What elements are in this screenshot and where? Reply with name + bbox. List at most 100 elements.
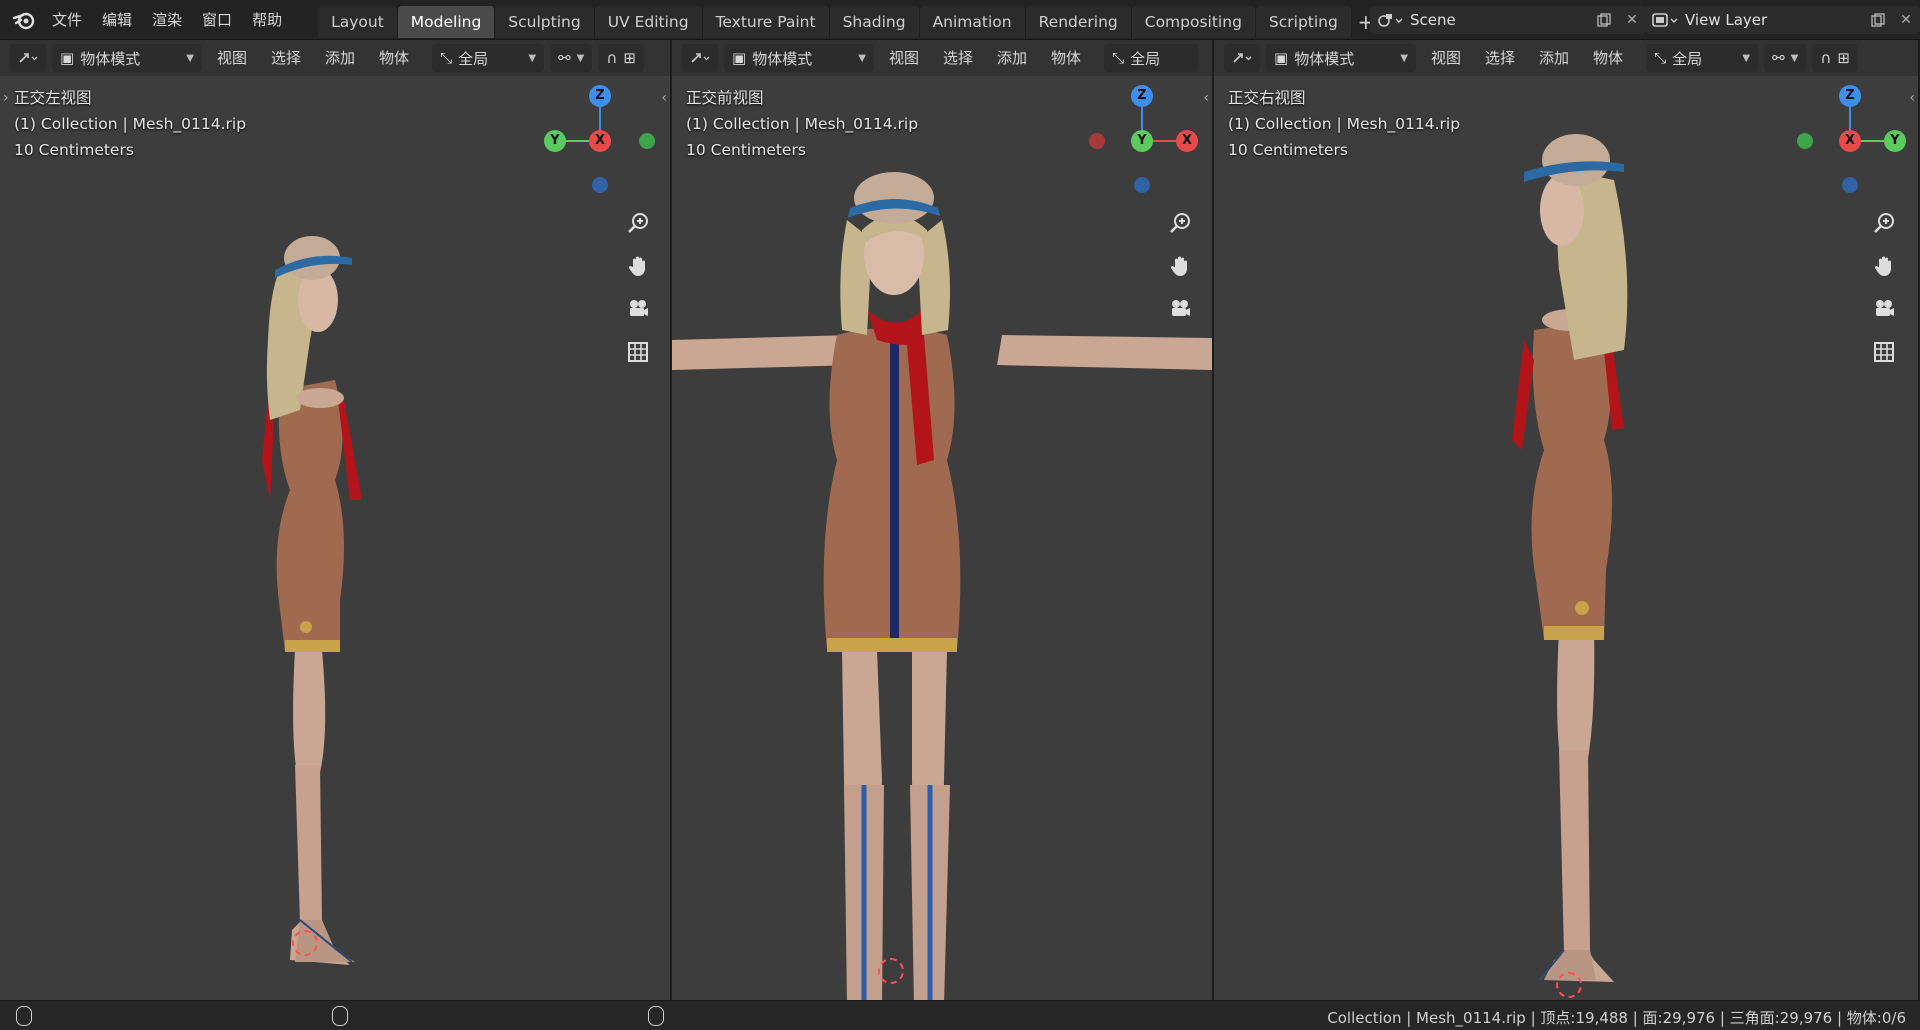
- menu-render[interactable]: 渲染: [142, 0, 192, 40]
- snap-button[interactable]: ⚯ ▼: [550, 44, 593, 72]
- scale-info: 10 Centimeters: [1228, 141, 1348, 159]
- orientation-label: 全局: [458, 49, 489, 68]
- grid-icon[interactable]: [1866, 334, 1902, 370]
- axis-y-icon[interactable]: Y: [1131, 130, 1153, 152]
- proportional-edit-button[interactable]: ∩ ⊞: [598, 44, 644, 72]
- tab-rendering[interactable]: Rendering: [1025, 5, 1132, 38]
- axis-neg-y-dot[interactable]: [639, 133, 655, 149]
- viewport-info: 正交前视图 (1) Collection | Mesh_0114.rip 10 …: [686, 85, 918, 163]
- top-bar: 文件 编辑 渲染 窗口 帮助 Layout Modeling Sculpting…: [0, 0, 1920, 40]
- menu-object[interactable]: 物体: [370, 40, 418, 76]
- tab-texture-paint[interactable]: Texture Paint: [702, 5, 830, 38]
- view-layer-icon[interactable]: [1645, 6, 1685, 34]
- grid-icon[interactable]: [620, 334, 656, 370]
- pan-hand-icon[interactable]: [620, 248, 656, 284]
- collection-info: (1) Collection | Mesh_0114.rip: [686, 115, 919, 133]
- menu-add[interactable]: 添加: [316, 40, 364, 76]
- editor-type-icon: [19, 53, 38, 63]
- view-layer-selector[interactable]: View Layer ✕: [1645, 6, 1920, 34]
- tab-scripting[interactable]: Scripting: [1255, 5, 1352, 38]
- expand-sidebar-icon[interactable]: ‹: [1203, 90, 1209, 106]
- tab-uv-editing[interactable]: UV Editing: [594, 5, 703, 38]
- axis-neg-x-dot[interactable]: [1089, 133, 1105, 149]
- editor-type-button[interactable]: [10, 44, 46, 72]
- tab-modeling[interactable]: Modeling: [397, 5, 496, 38]
- mouse-left-icon: [16, 1006, 32, 1026]
- tab-layout[interactable]: Layout: [318, 5, 398, 38]
- view-layer-name[interactable]: View Layer: [1685, 11, 1864, 29]
- menu-select[interactable]: 选择: [1476, 40, 1524, 76]
- viewport-right[interactable]: ▣ 物体模式 ▼ 视图 选择 添加 物体 ⤡ 全局 ▼ ⚯ ▼ ∩ ⊞ ‹ 正交右视…: [1214, 40, 1920, 1000]
- editor-type-button[interactable]: [682, 44, 718, 72]
- view-name: 正交左视图: [14, 89, 92, 107]
- axis-z-icon[interactable]: Z: [589, 85, 611, 107]
- editor-type-button[interactable]: [1224, 44, 1260, 72]
- transform-orientation-select[interactable]: ⤡ 全局: [1104, 44, 1199, 72]
- character-model-front[interactable]: [672, 160, 1214, 1000]
- menu-file[interactable]: 文件: [42, 0, 92, 40]
- orientation-label: 全局: [1672, 49, 1703, 68]
- tab-shading[interactable]: Shading: [829, 5, 920, 38]
- axis-neg-z-dot[interactable]: [592, 177, 608, 193]
- axis-z-icon[interactable]: Z: [1839, 85, 1861, 107]
- snap-button[interactable]: ⚯ ▼: [1764, 44, 1807, 72]
- mode-select[interactable]: ▣ 物体模式 ▼: [52, 44, 202, 72]
- axis-neg-z-dot[interactable]: [1842, 177, 1858, 193]
- menu-view[interactable]: 视图: [880, 40, 928, 76]
- viewport-tools: [620, 205, 656, 377]
- character-model-side-left[interactable]: [240, 220, 400, 980]
- expand-sidebar-icon[interactable]: ‹: [1909, 90, 1915, 106]
- menu-window[interactable]: 窗口: [192, 0, 242, 40]
- new-view-layer-icon[interactable]: [1864, 6, 1892, 34]
- delete-scene-icon[interactable]: ✕: [1618, 6, 1646, 34]
- blender-logo-icon[interactable]: [6, 0, 42, 40]
- axis-x-icon[interactable]: X: [1176, 130, 1198, 152]
- scene-icon[interactable]: [1370, 6, 1410, 34]
- viewport-left[interactable]: ▣ 物体模式 ▼ 视图 选择 添加 物体 ⤡ 全局 ▼ ⚯ ▼ ∩ ⊞ › ‹ 正交…: [0, 40, 672, 1000]
- viewport-header: ▣ 物体模式 ▼ 视图 选择 添加 物体 ⤡ 全局 ▼ ⚯ ▼ ∩ ⊞: [1214, 40, 1918, 76]
- navigation-gizmo[interactable]: Z X Y: [1790, 85, 1910, 205]
- axis-x-icon[interactable]: X: [589, 130, 611, 152]
- menu-view[interactable]: 视图: [208, 40, 256, 76]
- camera-icon[interactable]: [620, 291, 656, 327]
- pan-hand-icon[interactable]: [1866, 248, 1902, 284]
- scene-selector[interactable]: Scene ✕: [1370, 6, 1646, 34]
- tab-compositing[interactable]: Compositing: [1131, 5, 1256, 38]
- menu-help[interactable]: 帮助: [242, 0, 292, 40]
- axis-x-icon[interactable]: X: [1839, 130, 1861, 152]
- axis-z-icon[interactable]: Z: [1131, 85, 1153, 107]
- transform-orientation-select[interactable]: ⤡ 全局 ▼: [432, 44, 545, 72]
- expand-toolbar-icon[interactable]: ›: [3, 90, 9, 106]
- viewport-info: 正交左视图 (1) Collection | Mesh_0114.rip 10 …: [14, 85, 246, 163]
- menu-object[interactable]: 物体: [1042, 40, 1090, 76]
- transform-orientation-select[interactable]: ⤡ 全局 ▼: [1646, 44, 1759, 72]
- zoom-icon[interactable]: [1866, 205, 1902, 241]
- mode-select[interactable]: ▣ 物体模式 ▼: [1266, 44, 1416, 72]
- navigation-gizmo[interactable]: Z Y X: [540, 85, 660, 205]
- orientation-icon: ⤡: [1112, 49, 1125, 67]
- link-icon: ⚯: [1772, 49, 1785, 67]
- menu-object[interactable]: 物体: [1584, 40, 1632, 76]
- menu-add[interactable]: 添加: [988, 40, 1036, 76]
- tab-animation[interactable]: Animation: [919, 5, 1026, 38]
- expand-sidebar-icon[interactable]: ‹: [661, 90, 667, 106]
- scene-name[interactable]: Scene: [1410, 11, 1590, 29]
- axis-y-icon[interactable]: Y: [544, 130, 566, 152]
- camera-icon[interactable]: [1866, 291, 1902, 327]
- menu-add[interactable]: 添加: [1530, 40, 1578, 76]
- menu-edit[interactable]: 编辑: [92, 0, 142, 40]
- character-model-side-right[interactable]: [1484, 110, 1684, 990]
- menu-select[interactable]: 选择: [934, 40, 982, 76]
- mode-label: 物体模式: [80, 49, 141, 68]
- menu-view[interactable]: 视图: [1422, 40, 1470, 76]
- delete-view-layer-icon[interactable]: ✕: [1892, 6, 1920, 34]
- mode-select[interactable]: ▣ 物体模式 ▼: [724, 44, 874, 72]
- menu-select[interactable]: 选择: [262, 40, 310, 76]
- viewport-front[interactable]: ▣ 物体模式 ▼ 视图 选择 添加 物体 ⤡ 全局 ‹ 正交前视图 (1) Co…: [672, 40, 1214, 1000]
- tab-sculpting[interactable]: Sculpting: [495, 5, 595, 38]
- axis-y-icon[interactable]: Y: [1884, 130, 1906, 152]
- axis-neg-y-dot[interactable]: [1797, 133, 1813, 149]
- new-scene-icon[interactable]: [1590, 6, 1618, 34]
- proportional-edit-button[interactable]: ∩ ⊞: [1812, 44, 1858, 72]
- zoom-icon[interactable]: [620, 205, 656, 241]
